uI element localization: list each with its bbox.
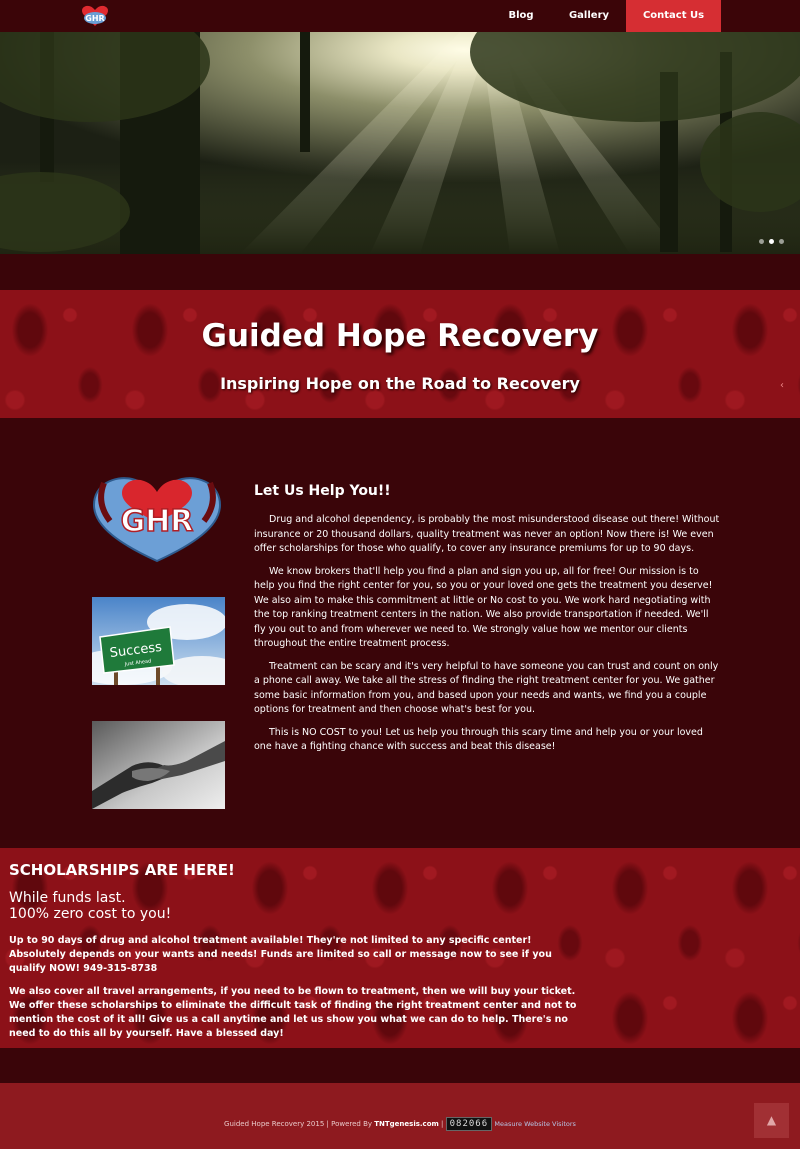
site-tagline: Inspiring Hope on the Road to Recovery <box>220 374 580 393</box>
svg-text:GHR: GHR <box>85 14 104 23</box>
scholarship-sub-line: 100% zero cost to you! <box>9 906 172 922</box>
ghr-heart-logo: GHR <box>92 477 222 563</box>
slider-dot[interactable] <box>779 239 784 244</box>
title-band: Guided Hope Recovery Inspiring Hope on t… <box>0 290 800 418</box>
site-logo[interactable]: GHR <box>80 4 110 28</box>
scholarship-paragraph: Up to 90 days of drug and alcohol treatm… <box>9 935 552 974</box>
footer-spacer <box>0 1048 800 1083</box>
help-paragraph: We know brokers that'll help you find a … <box>254 565 713 650</box>
visitor-counter[interactable]: 082066 <box>445 1117 493 1131</box>
scholarship-paragraph: We also cover all travel arrangements, i… <box>9 986 577 1039</box>
arrow-up-icon: ▲ <box>766 1113 777 1127</box>
footer-credits: Guided Hope Recovery 2015 | Powered By T… <box>0 1117 800 1131</box>
nav-blog-link[interactable]: Blog <box>498 0 544 32</box>
handshake-image <box>92 721 225 809</box>
slider-dot-active[interactable] <box>769 239 774 244</box>
slider-dots <box>759 239 784 244</box>
help-heading: Let Us Help You!! <box>254 483 391 499</box>
site-title: Guided Hope Recovery <box>201 318 599 354</box>
scroll-to-top-button[interactable]: ▲ <box>754 1103 789 1138</box>
chevron-left-icon: ‹ <box>780 380 784 391</box>
help-paragraph: Treatment can be scary and it's very hel… <box>254 660 719 716</box>
footer-copyright: Guided Hope Recovery 2015 | Powered By <box>224 1120 375 1128</box>
scholarship-sub-line: While funds last. <box>9 890 126 906</box>
main-content: GHR Success Just Ahead Let Us Help You!!… <box>0 418 800 848</box>
nav-contact-link[interactable]: Contact Us <box>626 0 721 32</box>
footer: Guided Hope Recovery 2015 | Powered By T… <box>0 1083 800 1149</box>
success-sign-image: Success Just Ahead <box>92 597 225 685</box>
slider-dot[interactable] <box>759 239 764 244</box>
help-text-column: Let Us Help You!! Drug and alcohol depen… <box>254 483 722 763</box>
nav-gallery-link[interactable]: Gallery <box>560 0 618 32</box>
measure-visitors-link[interactable]: Measure Website Visitors <box>494 1120 576 1128</box>
svg-text:GHR: GHR <box>121 504 194 539</box>
footer-powered-link[interactable]: TNTgenesis.com <box>374 1120 439 1128</box>
scholarship-title: SCHOLARSHIPS ARE HERE! <box>9 861 235 879</box>
scholarship-band: SCHOLARSHIPS ARE HERE! While funds last.… <box>0 848 800 1048</box>
top-nav: GHR Blog Gallery Contact Us <box>0 0 800 32</box>
hero-forest-image <box>0 32 800 254</box>
footer-separator: | <box>438 1120 446 1128</box>
help-paragraph: This is NO COST to you! Let us help you … <box>254 726 703 753</box>
hero-slider[interactable] <box>0 32 800 254</box>
scholarship-subtitle: While funds last. 100% zero cost to you! <box>9 890 171 922</box>
help-paragraph: Drug and alcohol dependency, is probably… <box>254 514 720 554</box>
